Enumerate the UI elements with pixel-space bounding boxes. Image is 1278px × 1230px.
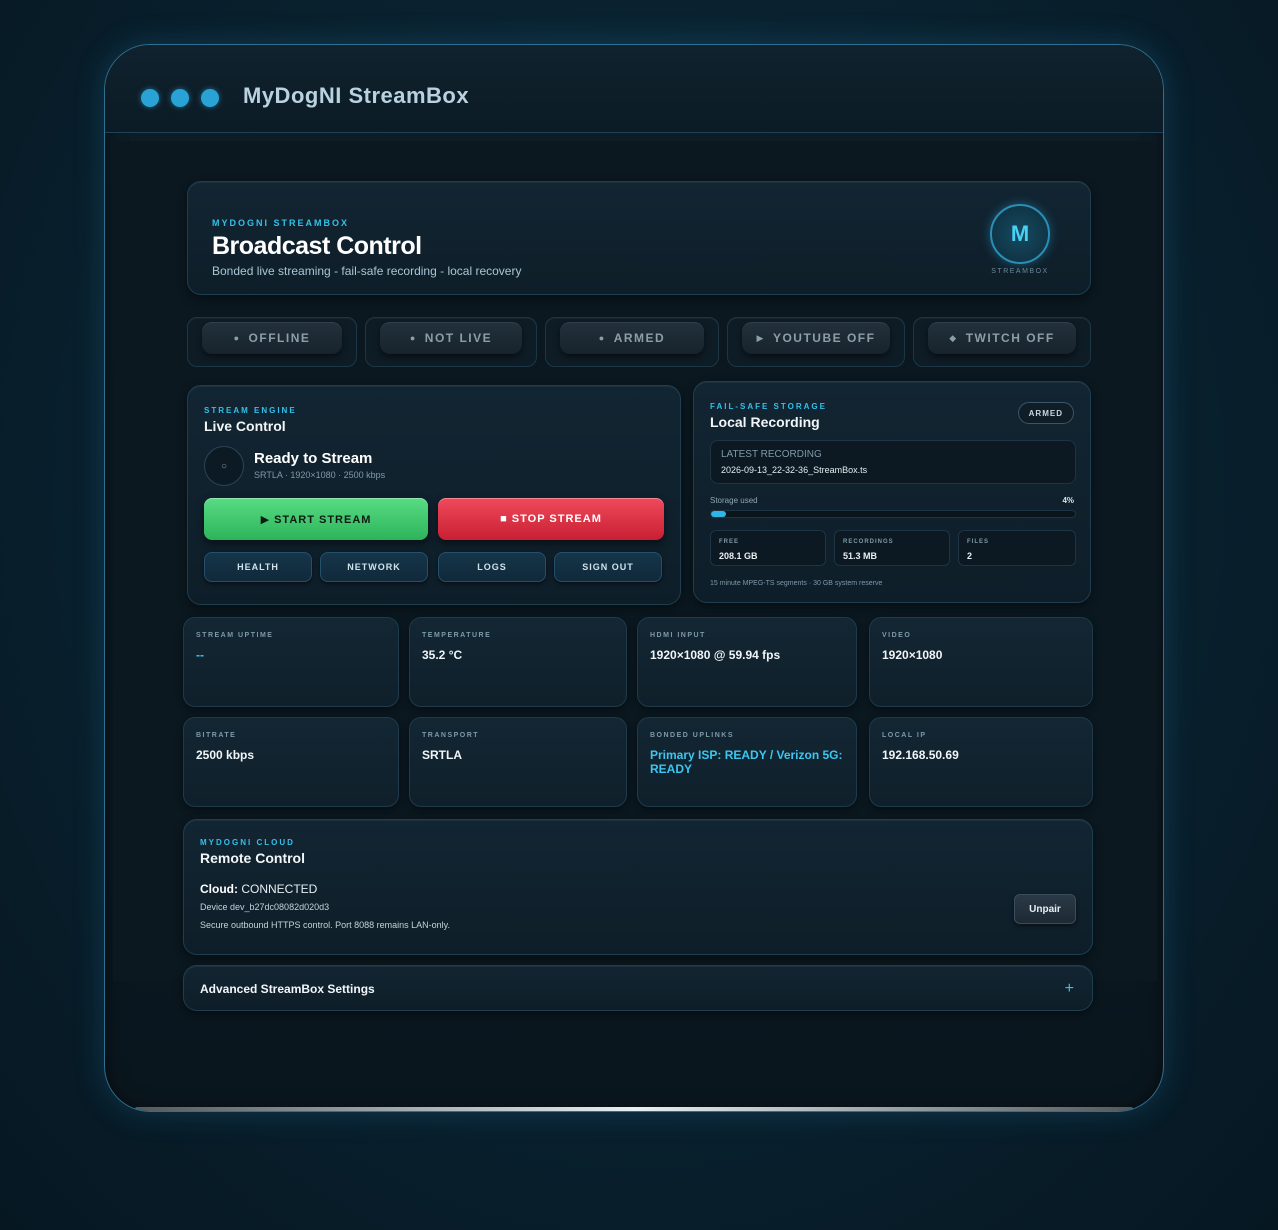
window-title: MyDogNI StreamBox (243, 83, 470, 108)
storage-progress-fill (711, 511, 726, 517)
recordings-value: 51.3 MB (843, 551, 878, 561)
unpair-button[interactable]: Unpair (1014, 894, 1076, 924)
tile-label: TEMPERATURE (422, 632, 492, 639)
tile-label: HDMI INPUT (650, 632, 706, 639)
network-button[interactable]: NETWORK (320, 552, 428, 582)
status-label: ARMED (613, 331, 666, 345)
tile-label: BONDED UPLINKS (650, 732, 735, 739)
tile-label: BITRATE (196, 732, 237, 739)
header-card: MYDOGNI STREAMBOX Broadcast Control Bond… (187, 181, 1091, 295)
twitch-diamond-icon: ◆ (949, 332, 958, 343)
status-dot-icon: ● (598, 333, 606, 343)
storage-progress-bar (710, 510, 1076, 518)
status-armed: ● ARMED (545, 317, 719, 367)
tile-value: -- (196, 648, 204, 662)
status-label: NOT LIVE (424, 331, 493, 345)
stop-stream-button[interactable]: ■ STOP STREAM (438, 498, 664, 540)
youtube-play-icon: ▶ (756, 332, 765, 343)
files-label: FILES (967, 539, 990, 545)
app-window: MyDogNI StreamBox MYDOGNI STREAMBOX Broa… (104, 44, 1164, 1112)
latest-recording-file: 2026-09-13_22-32-36_StreamBox.ts (721, 465, 868, 475)
page-title: Broadcast Control (212, 232, 422, 260)
ready-details: SRTLA · 1920×1080 · 2500 kbps (254, 470, 386, 480)
status-label: TWITCH OFF (965, 331, 1055, 345)
cloud-status-value: CONNECTED (238, 882, 318, 896)
files-stat: FILES 2 (958, 530, 1076, 566)
tile-bonded-uplinks: BONDED UPLINKS Primary ISP: READY / Veri… (637, 717, 857, 807)
tile-label: STREAM UPTIME (196, 632, 274, 639)
engine-title: Live Control (204, 418, 286, 434)
tile-value: 2500 kbps (196, 748, 255, 762)
status-dot-icon: ● (409, 333, 417, 343)
window-minimize-dot[interactable] (171, 89, 189, 107)
cloud-note: Secure outbound HTTPS control. Port 8088… (200, 920, 450, 930)
tile-bitrate: BITRATE 2500 kbps (183, 717, 399, 807)
status-youtube: ▶ YOUTUBE OFF (727, 317, 905, 367)
latest-recording-label: LATEST RECORDING (721, 449, 822, 460)
free-stat: FREE 208.1 GB (710, 530, 826, 566)
tile-value: Primary ISP: READY / Verizon 5G: READY (650, 748, 843, 776)
tile-local-ip: LOCAL IP 192.168.50.69 (869, 717, 1093, 807)
tile-value: 1920×1080 @ 59.94 fps (650, 648, 781, 662)
title-bar: MyDogNI StreamBox (105, 45, 1163, 133)
tile-label: TRANSPORT (422, 732, 480, 739)
tile-value: 35.2 °C (422, 648, 463, 662)
logs-button[interactable]: LOGS (438, 552, 546, 582)
advanced-settings-toggle[interactable]: Advanced StreamBox Settings + (183, 965, 1093, 1011)
status-label: YOUTUBE OFF (772, 331, 876, 345)
storage-footnote: 15 minute MPEG-TS segments · 30 GB syste… (710, 580, 883, 587)
expand-plus-icon[interactable]: + (1065, 980, 1074, 998)
cloud-status-key: Cloud: (200, 882, 238, 896)
advanced-settings-title: Advanced StreamBox Settings (200, 982, 375, 996)
storage-title: Local Recording (710, 414, 820, 430)
storage-eyebrow: FAIL-SAFE STORAGE (710, 402, 827, 411)
cloud-card: MYDOGNI CLOUD Remote Control Cloud: CONN… (183, 819, 1093, 955)
cloud-status: Cloud: CONNECTED (200, 882, 317, 896)
tile-video: VIDEO 1920×1080 (869, 617, 1093, 707)
status-label: OFFLINE (248, 331, 311, 345)
window-maximize-dot[interactable] (201, 89, 219, 107)
tile-label: LOCAL IP (882, 732, 927, 739)
logo-caption: STREAMBOX (991, 268, 1049, 275)
recordings-stat: RECORDINGS 51.3 MB (834, 530, 950, 566)
health-button[interactable]: HEALTH (204, 552, 312, 582)
header-eyebrow: MYDOGNI STREAMBOX (212, 218, 350, 228)
cloud-title: Remote Control (200, 850, 305, 866)
cloud-eyebrow: MYDOGNI CLOUD (200, 838, 295, 847)
tile-label: VIDEO (882, 632, 912, 639)
engine-eyebrow: STREAM ENGINE (204, 406, 297, 415)
tile-value: 1920×1080 (882, 648, 943, 662)
storage-card: FAIL-SAFE STORAGE Local Recording ARMED … (693, 381, 1091, 603)
cloud-device-id: Device dev_b27dc08082d020d3 (200, 902, 330, 912)
window-close-dot[interactable] (141, 89, 159, 107)
streambox-logo: M (990, 204, 1050, 264)
main-content: MYDOGNI STREAMBOX Broadcast Control Bond… (113, 141, 1157, 1011)
page-subtitle: Bonded live streaming - fail-safe record… (212, 264, 522, 278)
free-label: FREE (719, 539, 740, 545)
start-stream-button[interactable]: ▶ START STREAM (204, 498, 428, 540)
stream-engine-card: STREAM ENGINE Live Control ○ Ready to St… (187, 385, 681, 605)
tile-transport: TRANSPORT SRTLA (409, 717, 627, 807)
tile-value: SRTLA (422, 748, 462, 762)
tile-stream-uptime: STREAM UPTIME -- (183, 617, 399, 707)
files-value: 2 (967, 551, 973, 561)
status-offline: ● OFFLINE (187, 317, 357, 367)
armed-badge: ARMED (1017, 402, 1074, 424)
tile-temperature: TEMPERATURE 35.2 °C (409, 617, 627, 707)
sign-out-button[interactable]: SIGN OUT (554, 552, 662, 582)
storage-used-percent: 4% (1062, 496, 1074, 505)
recordings-label: RECORDINGS (843, 539, 894, 545)
ready-status: Ready to Stream (254, 450, 373, 467)
tile-hdmi-input: HDMI INPUT 1920×1080 @ 59.94 fps (637, 617, 857, 707)
stream-status-ring-icon: ○ (204, 446, 244, 486)
storage-used-label: Storage used (710, 496, 758, 505)
tile-value: 192.168.50.69 (882, 748, 959, 762)
status-not-live: ● NOT LIVE (365, 317, 537, 367)
latest-recording: LATEST RECORDING 2026-09-13_22-32-36_Str… (710, 440, 1076, 484)
status-twitch: ◆ TWITCH OFF (913, 317, 1091, 367)
free-value: 208.1 GB (719, 551, 758, 561)
status-dot-icon: ● (233, 333, 241, 343)
